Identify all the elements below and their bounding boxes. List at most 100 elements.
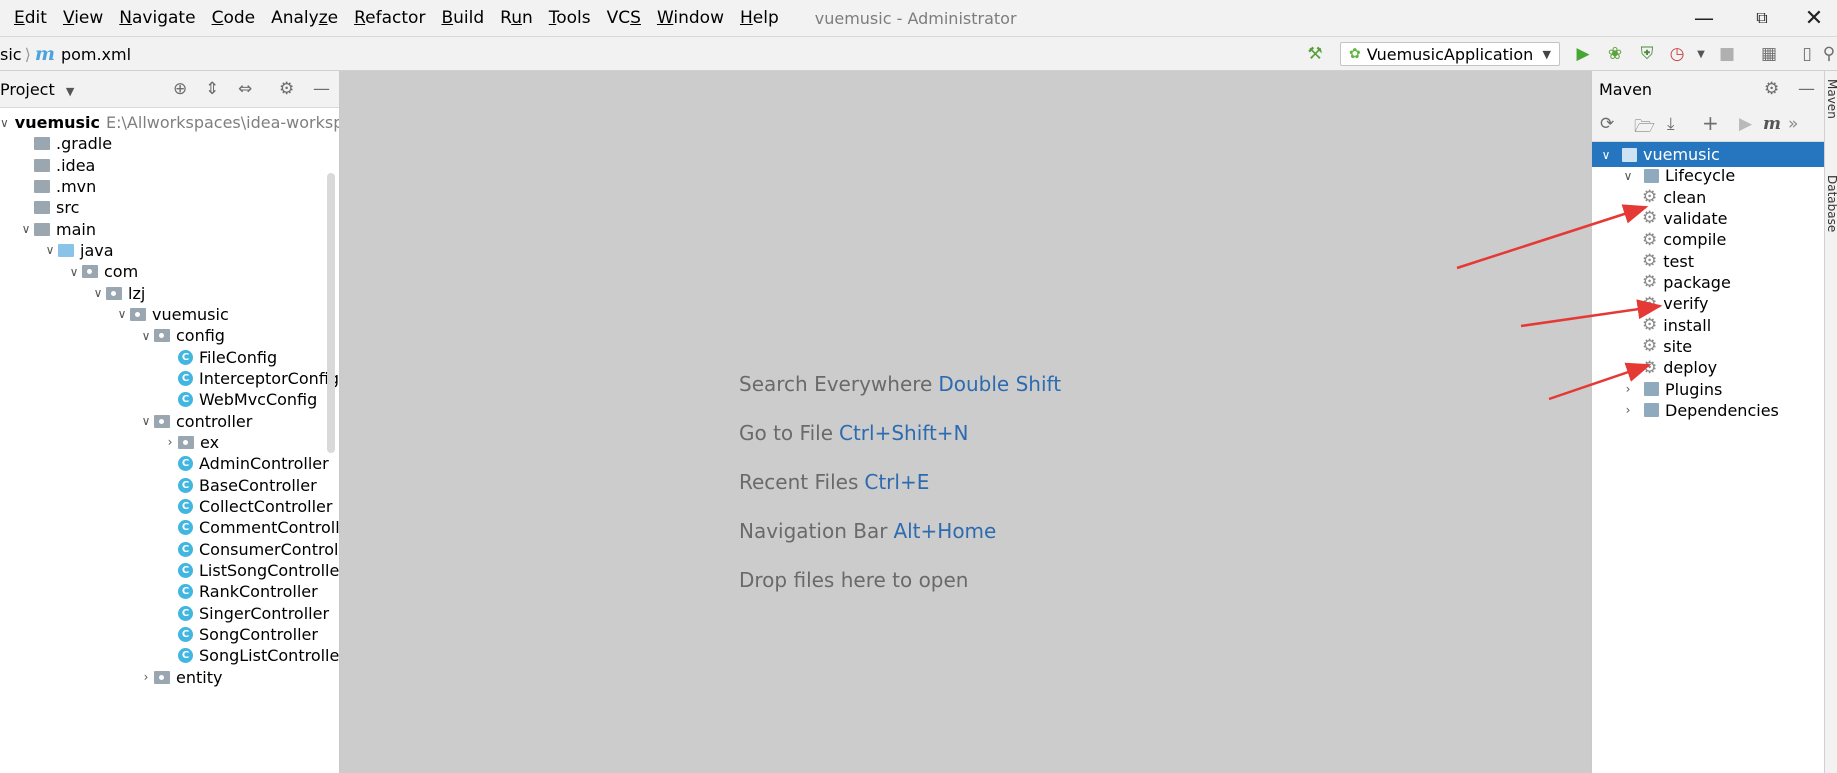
menu-item[interactable]: Tools bbox=[541, 8, 599, 28]
editor-area[interactable]: Search Everywhere Double Shift Go to File C… bbox=[340, 71, 1591, 773]
maven-panel-header: Maven ⚙ — bbox=[1592, 71, 1824, 108]
terminal-icon[interactable]: ▯ bbox=[1796, 43, 1818, 65]
package-folder-icon bbox=[82, 265, 98, 279]
project-tree-label: src bbox=[56, 198, 80, 218]
debug-icon[interactable]: ❀ bbox=[1604, 43, 1626, 65]
run-icon[interactable]: ▶ bbox=[1739, 114, 1752, 134]
hide-panel-icon[interactable]: — bbox=[1798, 79, 1815, 99]
project-panel-title[interactable]: Project ▼ bbox=[0, 80, 74, 99]
stop-icon[interactable]: ■ bbox=[1716, 43, 1738, 65]
search-icon[interactable]: ⚲ bbox=[1818, 43, 1837, 65]
gear-icon[interactable]: ⚙ bbox=[1764, 79, 1779, 99]
menu-item[interactable]: Analyze bbox=[263, 8, 346, 28]
menu-item[interactable]: Edit bbox=[0, 8, 55, 28]
chevron-down-icon[interactable]: ∨ bbox=[18, 222, 34, 236]
profile-icon[interactable]: ◷ bbox=[1666, 43, 1688, 65]
more-icon[interactable]: » bbox=[1788, 114, 1798, 134]
run-configuration-dropdown[interactable]: ✿ VuemusicApplication ▼ bbox=[1340, 42, 1560, 66]
database-side-tab[interactable]: Database bbox=[1825, 175, 1837, 232]
download-icon[interactable]: ⤓ bbox=[1667, 114, 1675, 134]
folder-icon bbox=[58, 243, 74, 257]
add-icon[interactable]: + bbox=[1702, 111, 1719, 135]
locate-icon[interactable]: ⊕ bbox=[173, 79, 187, 99]
menu-item[interactable]: View bbox=[55, 8, 111, 28]
chevron-down-icon[interactable]: ∨ bbox=[1598, 148, 1614, 162]
collapse-all-icon[interactable]: ⇔ bbox=[238, 79, 252, 99]
project-tree-label: CommentController bbox=[199, 518, 340, 538]
gear-icon: ⚙ bbox=[1642, 336, 1658, 357]
reload-icon[interactable]: ⟳ bbox=[1600, 114, 1614, 134]
expand-all-icon[interactable]: ⇕ bbox=[205, 79, 219, 99]
gear-icon: ⚙ bbox=[1642, 293, 1658, 314]
maven-panel: Maven ⚙ — ⟳ 🗁 ⤓ + ▶ m » ∨ vuemusic ∨ Lifecy… bbox=[1591, 71, 1824, 773]
minimize-button[interactable]: — bbox=[1676, 0, 1732, 36]
maven-tree-label: Plugins bbox=[1665, 379, 1723, 399]
gear-icon: ⚙ bbox=[1642, 208, 1658, 229]
menu-item[interactable]: Window bbox=[649, 8, 732, 28]
close-button[interactable]: ✕ bbox=[1786, 0, 1837, 36]
chevron-down-icon[interactable]: ∨ bbox=[66, 265, 82, 279]
chevron-down-icon[interactable]: ▼ bbox=[1690, 43, 1712, 65]
hide-panel-icon[interactable]: — bbox=[313, 79, 330, 99]
menu-item[interactable]: Code bbox=[204, 8, 264, 28]
maven-tree-label: Dependencies bbox=[1665, 400, 1779, 420]
gear-icon[interactable]: ⚙ bbox=[279, 79, 294, 99]
chevron-down-icon[interactable]: ∨ bbox=[0, 116, 9, 130]
chevron-right-icon[interactable]: › bbox=[1620, 382, 1636, 396]
maven-tree-label: test bbox=[1663, 251, 1694, 271]
package-folder-icon bbox=[154, 414, 170, 428]
chevron-down-icon[interactable]: ∨ bbox=[1620, 169, 1636, 183]
restore-button[interactable]: ⧉ bbox=[1734, 0, 1790, 36]
project-tree-label: CollectController bbox=[199, 496, 333, 516]
package-folder-icon bbox=[178, 435, 194, 449]
editor-hint: Go to File Ctrl+Shift+N bbox=[739, 408, 1061, 457]
java-class-icon: C bbox=[178, 498, 193, 514]
run-with-coverage-icon[interactable]: ⛨ bbox=[1636, 43, 1658, 65]
project-tree-scrollbar[interactable] bbox=[327, 173, 335, 453]
editor-hint: Navigation Bar Alt+Home bbox=[739, 506, 1061, 555]
execute-goal-icon[interactable]: m bbox=[1763, 114, 1781, 134]
run-icon[interactable]: ▶ bbox=[1572, 43, 1594, 65]
hint-text: Search Everywhere bbox=[739, 371, 933, 396]
project-tree-label: SingerController bbox=[199, 603, 330, 623]
menu-items: Edit View Navigate Code Analyze Refactor Build… bbox=[0, 8, 787, 28]
chevron-right-icon[interactable]: › bbox=[138, 670, 154, 684]
project-tree-label: entity bbox=[176, 667, 223, 687]
chevron-down-icon[interactable]: ∨ bbox=[90, 286, 106, 300]
breadcrumb: sic ⟩ m pom.xml bbox=[0, 37, 131, 71]
breadcrumb-project[interactable]: sic bbox=[0, 45, 22, 64]
maven-side-tab[interactable]: Maven bbox=[1825, 79, 1837, 119]
folder-icon bbox=[34, 137, 50, 151]
menu-item[interactable]: Build bbox=[433, 8, 492, 28]
maven-tree-label: compile bbox=[1663, 230, 1727, 250]
chevron-right-icon[interactable]: › bbox=[162, 435, 178, 449]
generate-sources-icon[interactable]: 🗁 bbox=[1634, 114, 1655, 143]
maven-tree-row[interactable]: › Dependencies bbox=[1592, 398, 1824, 423]
menu-item[interactable]: Navigate bbox=[111, 8, 203, 28]
menu-item[interactable]: Refactor bbox=[346, 8, 433, 28]
project-tree-row[interactable]: › entity bbox=[0, 665, 339, 690]
project-structure-icon[interactable]: ▦ bbox=[1758, 43, 1780, 65]
menu-item[interactable]: Run bbox=[492, 8, 541, 28]
menu-bar: Edit View Navigate Code Analyze Refactor Build… bbox=[0, 0, 1837, 36]
chevron-right-icon[interactable]: › bbox=[1620, 403, 1636, 417]
chevron-down-icon[interactable]: ∨ bbox=[114, 307, 130, 321]
chevron-down-icon[interactable]: ∨ bbox=[138, 329, 154, 343]
chevron-down-icon[interactable]: ∨ bbox=[138, 414, 154, 428]
editor-hint: Drop files here to open bbox=[739, 555, 1061, 604]
gear-icon: ⚙ bbox=[1642, 272, 1658, 293]
folder-icon bbox=[34, 222, 50, 236]
menu-item[interactable]: VCS bbox=[599, 8, 649, 28]
maven-project-icon bbox=[1644, 168, 1659, 183]
breadcrumb-file[interactable]: pom.xml bbox=[61, 45, 131, 64]
build-hammer-icon[interactable]: ⚒ bbox=[1304, 43, 1326, 65]
maven-tree-label: vuemusic bbox=[1643, 145, 1720, 164]
project-tree-label: main bbox=[56, 219, 96, 239]
menu-item[interactable]: Help bbox=[732, 8, 787, 28]
project-tree-label: InterceptorConfig bbox=[199, 368, 339, 388]
hint-text: Go to File bbox=[739, 420, 833, 445]
maven-toolbar: ⟳ 🗁 ⤓ + ▶ m » bbox=[1592, 108, 1824, 142]
chevron-down-icon[interactable]: ∨ bbox=[42, 243, 58, 257]
java-class-icon: C bbox=[178, 477, 193, 493]
project-tree-label: ConsumerController bbox=[199, 539, 339, 559]
